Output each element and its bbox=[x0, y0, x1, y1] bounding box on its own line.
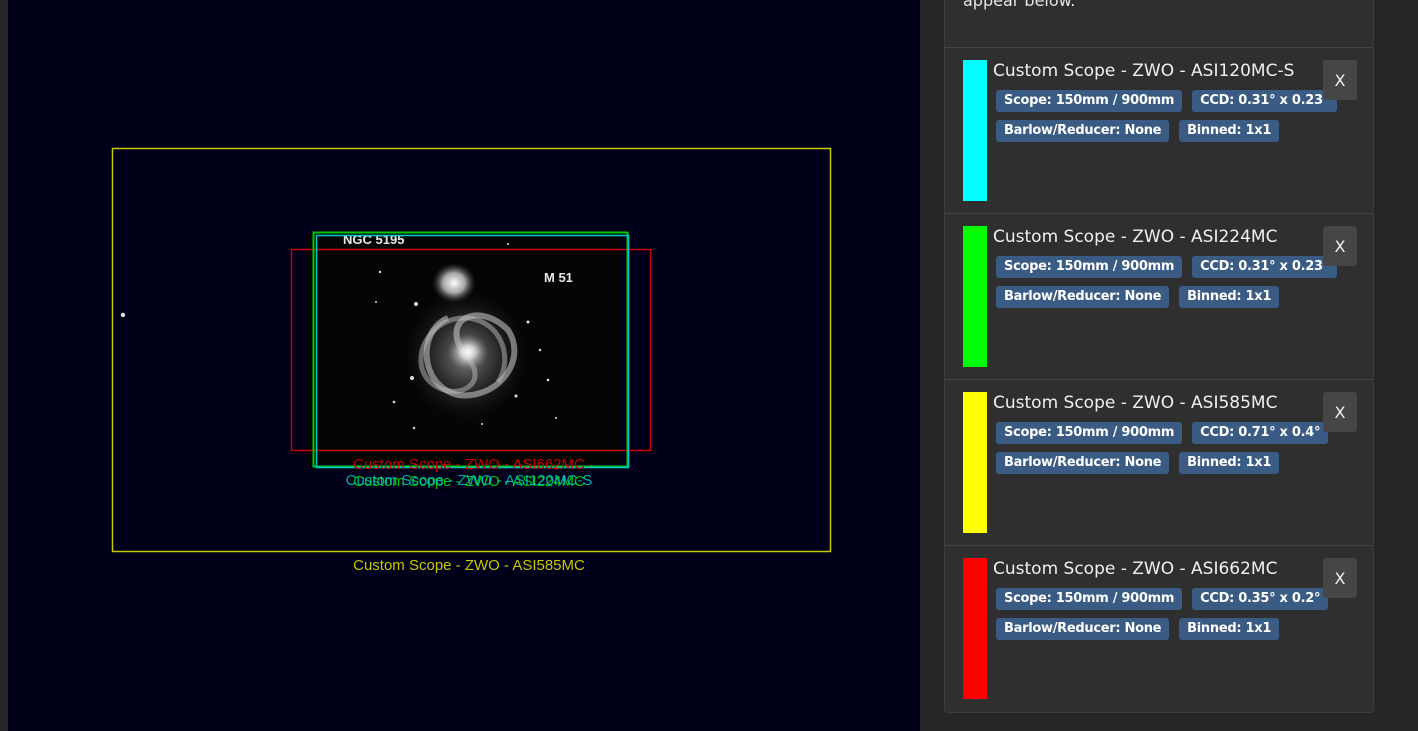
panel-intro: appear below. bbox=[945, 0, 1373, 48]
binned-badge: Binned: 1x1 bbox=[1179, 120, 1280, 142]
ccd-badge: CCD: 0.31° x 0.23° bbox=[1192, 256, 1337, 278]
scope-badge: Scope: 150mm / 900mm bbox=[996, 256, 1183, 278]
color-swatch bbox=[963, 226, 987, 367]
fov-item-title: Custom Scope - ZWO - ASI120MC-S bbox=[993, 61, 1295, 81]
fov-list-panel: appear below. Custom Scope - ZWO - ASI12… bbox=[944, 0, 1374, 713]
fov-badges: Scope: 150mm / 900mm CCD: 0.31° x 0.23° … bbox=[996, 90, 1337, 150]
fov-item-title: Custom Scope - ZWO - ASI224MC bbox=[993, 227, 1278, 247]
binned-badge: Binned: 1x1 bbox=[1179, 452, 1280, 474]
ccd-badge: CCD: 0.71° x 0.4° bbox=[1192, 422, 1329, 444]
ccd-badge: CCD: 0.31° x 0.23° bbox=[1192, 90, 1337, 112]
remove-fov-button[interactable]: X bbox=[1323, 226, 1357, 266]
label-ngc5195: NGC 5195 bbox=[343, 232, 404, 247]
barlow-badge: Barlow/Reducer: None bbox=[996, 618, 1170, 640]
galaxy-image: NGC 5195 M 51 bbox=[120, 232, 622, 464]
color-swatch bbox=[963, 392, 987, 533]
color-swatch bbox=[963, 558, 987, 699]
color-swatch bbox=[963, 60, 987, 201]
fov-badges: Scope: 150mm / 900mm CCD: 0.71° x 0.4° B… bbox=[996, 422, 1329, 482]
fov-badges: Scope: 150mm / 900mm CCD: 0.31° x 0.23° … bbox=[996, 256, 1337, 316]
fov-item-title: Custom Scope - ZWO - ASI662MC bbox=[993, 559, 1278, 579]
barlow-badge: Barlow/Reducer: None bbox=[996, 120, 1170, 142]
remove-fov-button[interactable]: X bbox=[1323, 60, 1357, 100]
fov-label-asi585mc: Custom Scope - ZWO - ASI585MC bbox=[353, 557, 585, 574]
remove-fov-button[interactable]: X bbox=[1323, 392, 1357, 432]
fov-item-asi662mc: Custom Scope - ZWO - ASI662MC Scope: 150… bbox=[945, 546, 1373, 712]
remove-fov-button[interactable]: X bbox=[1323, 558, 1357, 598]
fov-calculator: NGC 5195 M 51 Custom Scope - ZWO - ASI66… bbox=[0, 0, 1418, 731]
fov-label-asi120mcs: Custom Scope - ZWO - ASI120MC-S bbox=[346, 472, 593, 489]
fov-item-asi224mc: Custom Scope - ZWO - ASI224MC Scope: 150… bbox=[945, 214, 1373, 380]
ccd-badge: CCD: 0.35° x 0.2° bbox=[1192, 588, 1329, 610]
fov-item-asi120mcs: Custom Scope - ZWO - ASI120MC-S Scope: 1… bbox=[945, 48, 1373, 214]
barlow-badge: Barlow/Reducer: None bbox=[996, 452, 1170, 474]
binned-badge: Binned: 1x1 bbox=[1179, 618, 1280, 640]
sky-canvas: NGC 5195 M 51 Custom Scope - ZWO - ASI66… bbox=[111, 147, 832, 574]
panel-intro-text: appear below. bbox=[963, 0, 1076, 10]
fov-badges: Scope: 150mm / 900mm CCD: 0.35° x 0.2° B… bbox=[996, 588, 1329, 648]
fov-label-asi662mc: Custom Scope - ZWO - ASI662MC bbox=[353, 456, 585, 473]
binned-badge: Binned: 1x1 bbox=[1179, 286, 1280, 308]
scope-badge: Scope: 150mm / 900mm bbox=[996, 90, 1183, 112]
barlow-badge: Barlow/Reducer: None bbox=[996, 286, 1170, 308]
sky-viewer[interactable]: NGC 5195 M 51 Custom Scope - ZWO - ASI66… bbox=[8, 0, 920, 731]
fov-item-asi585mc: Custom Scope - ZWO - ASI585MC Scope: 150… bbox=[945, 380, 1373, 546]
fov-item-title: Custom Scope - ZWO - ASI585MC bbox=[993, 393, 1278, 413]
scope-badge: Scope: 150mm / 900mm bbox=[996, 422, 1183, 444]
label-m51: M 51 bbox=[544, 270, 573, 285]
scope-badge: Scope: 150mm / 900mm bbox=[996, 588, 1183, 610]
